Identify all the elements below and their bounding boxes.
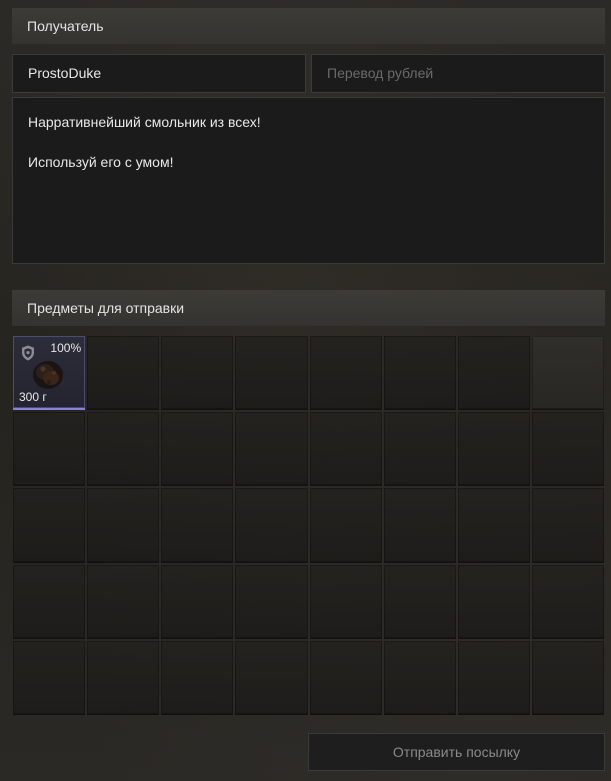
empty-slot[interactable]: [87, 564, 160, 639]
empty-slot[interactable]: [87, 336, 160, 411]
empty-slot[interactable]: [383, 336, 456, 411]
items-grid: 100% 300 г: [12, 335, 605, 716]
empty-slot[interactable]: [457, 412, 530, 487]
empty-slot[interactable]: [161, 488, 234, 563]
empty-slot[interactable]: [383, 488, 456, 563]
empty-slot[interactable]: [13, 564, 86, 639]
empty-slot[interactable]: [161, 336, 234, 411]
empty-slot[interactable]: [235, 336, 308, 411]
empty-slot[interactable]: [383, 640, 456, 715]
empty-slot[interactable]: [309, 336, 382, 411]
empty-slot[interactable]: [309, 488, 382, 563]
message-textarea[interactable]: Нарративнейший смольник из всех! Использ…: [12, 97, 605, 264]
item-image: [33, 361, 63, 389]
empty-slot[interactable]: [235, 640, 308, 715]
recipient-name-field[interactable]: ProstoDuke: [12, 54, 306, 93]
empty-slot[interactable]: [235, 564, 308, 639]
empty-slot[interactable]: [87, 640, 160, 715]
message-line: Используй его с умом!: [28, 154, 174, 170]
empty-slot[interactable]: [161, 564, 234, 639]
item-condition: 100%: [50, 341, 82, 355]
empty-slot[interactable]: [235, 488, 308, 563]
empty-slot[interactable]: [531, 336, 604, 411]
empty-slot[interactable]: [383, 564, 456, 639]
empty-slot[interactable]: [161, 412, 234, 487]
empty-slot[interactable]: [457, 564, 530, 639]
empty-slot[interactable]: [383, 412, 456, 487]
message-line: [28, 132, 589, 152]
recipient-header: Получатель: [12, 8, 605, 44]
send-package-button[interactable]: Отправить посылку: [308, 733, 605, 771]
message-line: Нарративнейший смольник из всех!: [28, 114, 261, 130]
items-header: Предметы для отправки: [12, 290, 605, 326]
empty-slot[interactable]: [13, 640, 86, 715]
empty-slot[interactable]: [309, 640, 382, 715]
item-slot[interactable]: 100% 300 г: [13, 336, 86, 411]
empty-slot[interactable]: [531, 488, 604, 563]
empty-slot[interactable]: [457, 488, 530, 563]
empty-slot[interactable]: [235, 412, 308, 487]
empty-slot[interactable]: [13, 412, 86, 487]
empty-slot[interactable]: [531, 640, 604, 715]
empty-slot[interactable]: [161, 640, 234, 715]
empty-slot[interactable]: [531, 564, 604, 639]
empty-slot[interactable]: [87, 412, 160, 487]
empty-slot[interactable]: [457, 336, 530, 411]
empty-slot[interactable]: [87, 488, 160, 563]
ruble-transfer-input[interactable]: Перевод рублей: [311, 54, 605, 93]
empty-slot[interactable]: [531, 412, 604, 487]
empty-slot[interactable]: [13, 488, 86, 563]
item-weight: 300 г: [19, 390, 47, 405]
empty-slot[interactable]: [309, 564, 382, 639]
empty-slot[interactable]: [457, 640, 530, 715]
empty-slot[interactable]: [309, 412, 382, 487]
